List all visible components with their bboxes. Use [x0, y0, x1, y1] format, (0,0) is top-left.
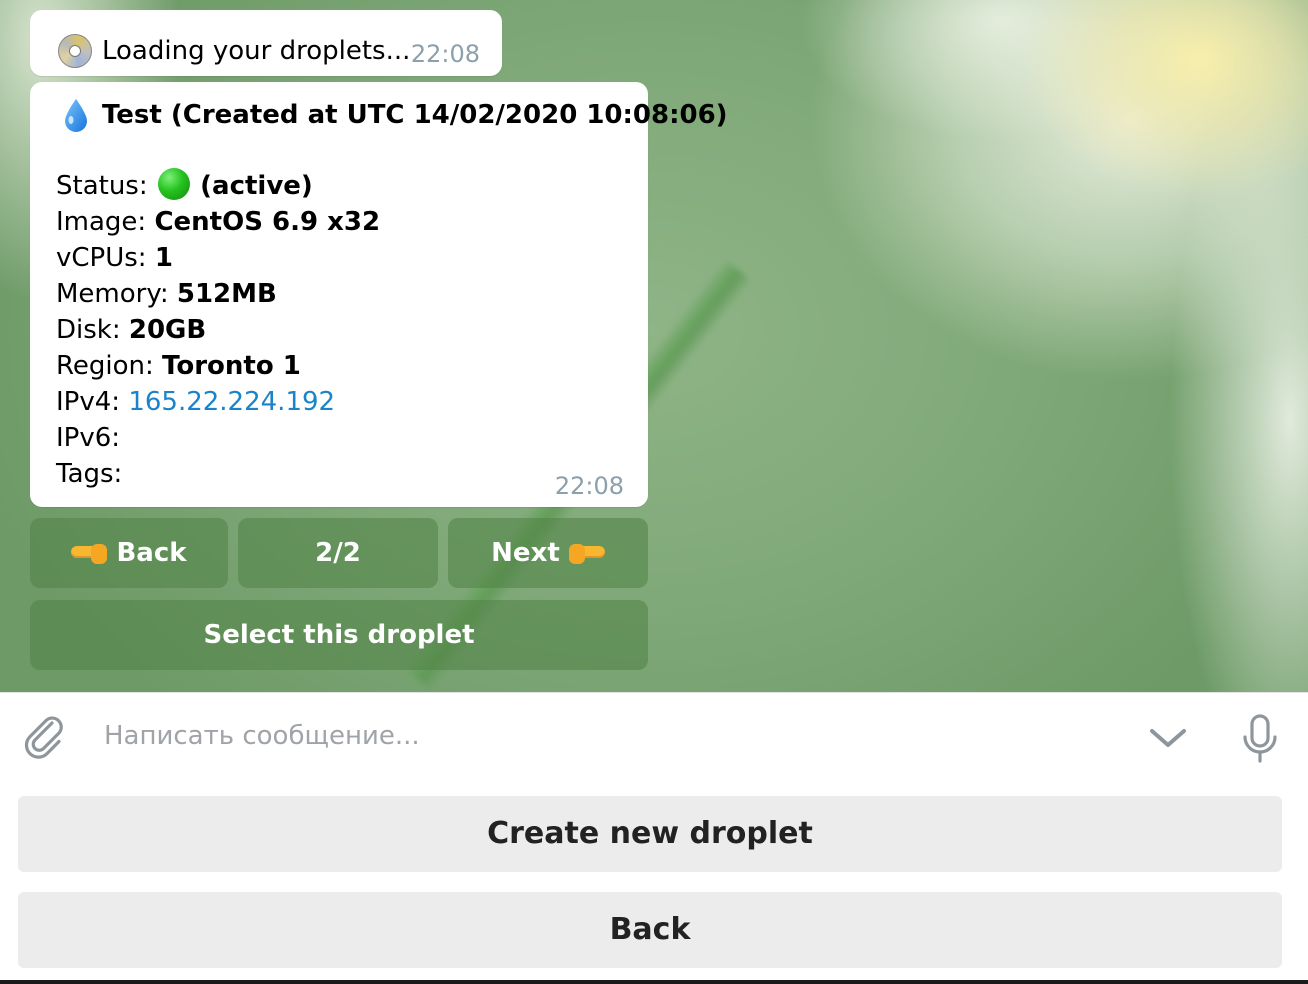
microphone-icon[interactable] — [1240, 713, 1280, 765]
status-line: Status: (active) — [56, 168, 380, 204]
inline-page-button[interactable]: 2/2 — [238, 518, 438, 588]
ipv6-label: IPv6: — [56, 423, 121, 453]
vcpus-value: 1 — [154, 243, 173, 273]
memory-line: Memory: 512MB — [56, 276, 380, 312]
status-indicator-icon — [157, 168, 190, 200]
inline-back-button[interactable]: Back — [30, 518, 228, 588]
select-droplet-label: Select this droplet — [203, 620, 475, 650]
window-bottom-edge — [0, 980, 1308, 984]
disc-icon — [58, 34, 92, 68]
message-loading: Loading your droplets... 22:08 — [30, 10, 502, 76]
region-line: Region: Toronto 1 — [56, 348, 380, 384]
memory-label: Memory: — [56, 279, 169, 309]
select-droplet-button[interactable]: Select this droplet — [30, 600, 648, 670]
disk-label: Disk: — [56, 315, 121, 345]
inline-next-label: Next — [491, 538, 560, 568]
droplet-icon — [65, 99, 87, 132]
reply-back-button[interactable]: Back — [18, 892, 1282, 968]
reply-keyboard: Create new droplet Back — [0, 784, 1308, 984]
create-droplet-label: Create new droplet — [487, 816, 813, 851]
ipv4-line: IPv4: 165.22.224.192 — [56, 384, 380, 420]
chat-background: Loading your droplets... 22:08 Test (Cre… — [0, 0, 1308, 692]
disk-line: Disk: 20GB — [56, 312, 380, 348]
pointing-right-hand-icon — [568, 542, 605, 564]
message-input[interactable]: Написать сообщение... — [104, 721, 420, 751]
vcpus-label: vCPUs: — [56, 243, 147, 273]
inline-page-label: 2/2 — [315, 538, 361, 568]
image-label: Image: — [56, 207, 147, 237]
image-value: CentOS 6.9 x32 — [154, 207, 381, 237]
memory-value: 512MB — [176, 279, 277, 309]
droplet-details: Status: (active) Image: CentOS 6.9 x32 v… — [56, 168, 380, 492]
ipv6-line: IPv6: — [56, 420, 380, 456]
ipv4-link[interactable]: 165.22.224.192 — [128, 387, 335, 417]
droplet-title: Test (Created at UTC 14/02/2020 10:08:06… — [102, 100, 728, 130]
tags-label: Tags: — [56, 459, 123, 489]
image-line: Image: CentOS 6.9 x32 — [56, 204, 380, 240]
chevron-down-icon[interactable] — [1148, 723, 1188, 753]
message-text: Loading your droplets... — [102, 36, 411, 66]
region-value: Toronto 1 — [162, 351, 301, 381]
disk-value: 20GB — [128, 315, 207, 345]
status-value: (active) — [200, 171, 313, 201]
message-time: 22:08 — [410, 40, 480, 68]
region-label: Region: — [56, 351, 154, 381]
reply-back-label: Back — [609, 912, 691, 947]
vcpus-line: vCPUs: 1 — [56, 240, 380, 276]
message-input-bar: Написать сообщение... — [0, 692, 1308, 785]
tags-line: Tags: — [56, 456, 380, 492]
inline-next-button[interactable]: Next — [448, 518, 648, 588]
create-droplet-button[interactable]: Create new droplet — [18, 796, 1282, 872]
ipv4-label: IPv4: — [56, 387, 121, 417]
paperclip-icon[interactable] — [22, 713, 68, 759]
message-droplet-info: Test (Created at UTC 14/02/2020 10:08:06… — [30, 82, 728, 507]
pointing-left-hand-icon — [71, 542, 108, 564]
inline-back-label: Back — [116, 538, 187, 568]
status-label: Status: — [56, 171, 148, 201]
message-time: 22:08 — [554, 472, 624, 500]
